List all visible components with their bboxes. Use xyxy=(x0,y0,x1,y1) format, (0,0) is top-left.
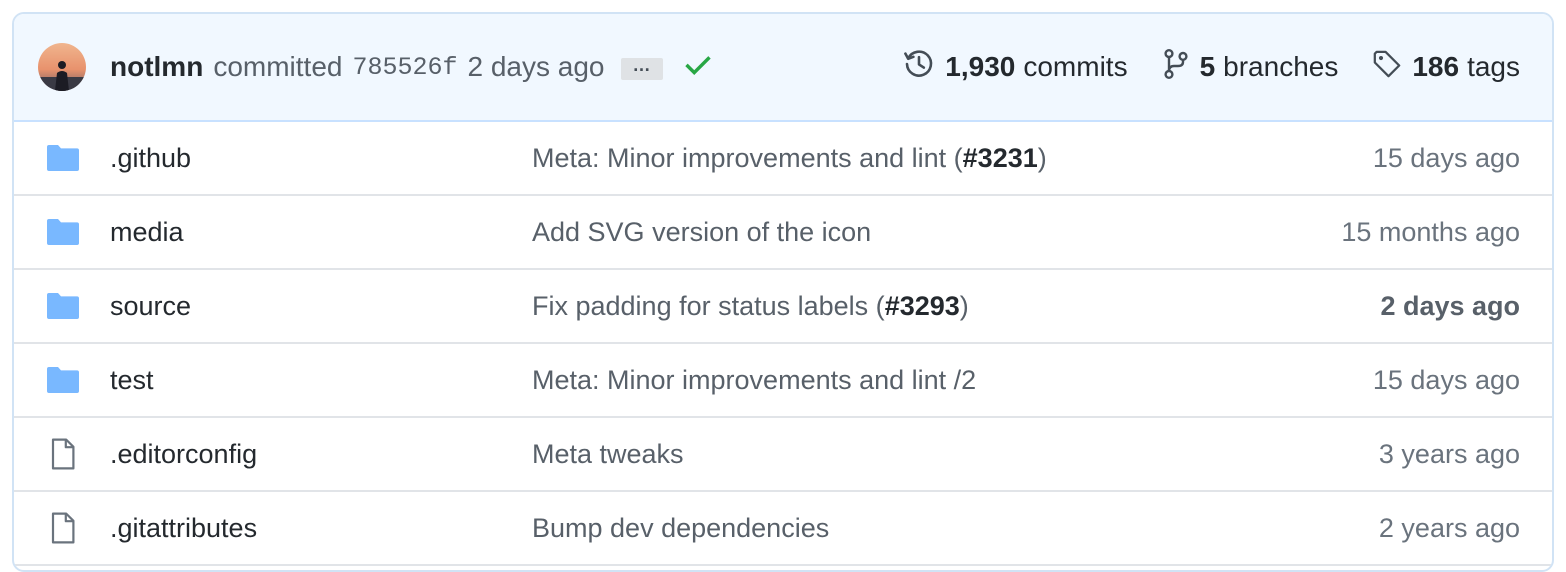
pull-request-link[interactable]: #3293 xyxy=(885,291,960,321)
tags-link[interactable]: 186 tags xyxy=(1372,49,1520,86)
file-row: .gitattributes Bump dev dependencies 2 yea… xyxy=(14,492,1552,566)
commit-message-link[interactable]: Add SVG version of the icon xyxy=(532,217,871,248)
commit-author[interactable]: notlmn xyxy=(110,51,203,83)
commit-age: 15 days ago xyxy=(1372,142,1520,173)
latest-commit-bar: notlmn committed 785526f 2 days ago … 1,… xyxy=(14,14,1552,122)
commit-message-link[interactable]: Bump dev dependencies xyxy=(532,513,829,544)
commit-age: 15 months ago xyxy=(1341,216,1520,247)
file-row: test Meta: Minor improvements and lint /2… xyxy=(14,344,1552,418)
commit-message-text: Bump dev dependencies xyxy=(532,512,830,543)
file-name-link[interactable]: test xyxy=(110,365,154,396)
file-icon xyxy=(46,512,80,544)
commit-message-text: Meta: Minor improvements and lint ( xyxy=(532,142,963,173)
branches-count: 5 xyxy=(1199,51,1216,82)
expand-commit-message-button[interactable]: … xyxy=(620,56,663,80)
folder-icon xyxy=(46,291,80,321)
commit-age: 2 days ago xyxy=(1380,290,1520,321)
file-name-link[interactable]: media xyxy=(110,217,184,248)
history-icon xyxy=(903,48,945,87)
commit-message-link[interactable]: Meta: Minor improvements and lint (#3231… xyxy=(532,143,1047,174)
file-name-link[interactable]: .editorconfig xyxy=(110,439,257,470)
commit-message-link[interactable]: Fix padding for status labels (#3293) xyxy=(532,291,969,322)
branches-link[interactable]: 5 branches xyxy=(1162,48,1339,87)
commit-time: 2 days ago xyxy=(467,51,605,82)
pull-request-link[interactable]: #3231 xyxy=(963,143,1038,173)
commit-message-text: Meta tweaks xyxy=(532,438,684,469)
branches-label: branches xyxy=(1223,51,1339,82)
commit-message-text: Meta: Minor improvements and lint /2 xyxy=(532,364,977,395)
file-row: .github Meta: Minor improvements and lint… xyxy=(14,122,1552,196)
file-list: .github Meta: Minor improvements and lint… xyxy=(14,122,1552,566)
commit-message-link[interactable]: Meta tweaks xyxy=(532,439,684,470)
file-icon xyxy=(46,438,80,470)
check-icon[interactable] xyxy=(683,52,713,82)
tag-icon xyxy=(1372,49,1412,86)
folder-icon xyxy=(46,365,80,395)
file-row: media Add SVG version of the icon 15 month… xyxy=(14,196,1552,270)
commit-sha[interactable]: 785526f xyxy=(352,53,457,82)
folder-icon xyxy=(46,143,80,173)
commit-action: committed xyxy=(213,51,343,82)
commits-link[interactable]: 1,930 commits xyxy=(903,48,1128,87)
file-browser: notlmn committed 785526f 2 days ago … 1,… xyxy=(12,12,1554,572)
file-name-link[interactable]: source xyxy=(110,291,191,322)
file-name-link[interactable]: .gitattributes xyxy=(110,513,257,544)
commit-message-link[interactable]: Meta: Minor improvements and lint /2 xyxy=(532,365,976,396)
commits-label: commits xyxy=(1023,51,1128,82)
file-row: .editorconfig Meta tweaks 3 years ago xyxy=(14,418,1552,492)
file-row: source Fix padding for status labels (#32… xyxy=(14,270,1552,344)
file-name-link[interactable]: .github xyxy=(110,143,191,174)
commit-age: 2 years ago xyxy=(1378,512,1520,543)
commit-message-suffix: ) xyxy=(959,290,969,321)
branch-icon xyxy=(1162,48,1200,87)
commit-message-text: Fix padding for status labels ( xyxy=(532,290,885,321)
commits-count: 1,930 xyxy=(945,51,1016,82)
author-avatar[interactable] xyxy=(38,43,86,91)
commit-age: 15 days ago xyxy=(1372,364,1520,395)
commit-message-suffix: ) xyxy=(1037,142,1047,173)
commit-age: 3 years ago xyxy=(1378,438,1520,469)
tags-count: 186 xyxy=(1412,51,1460,82)
commit-message-text: Add SVG version of the icon xyxy=(532,216,872,247)
tags-label: tags xyxy=(1467,51,1520,82)
folder-icon xyxy=(46,217,80,247)
